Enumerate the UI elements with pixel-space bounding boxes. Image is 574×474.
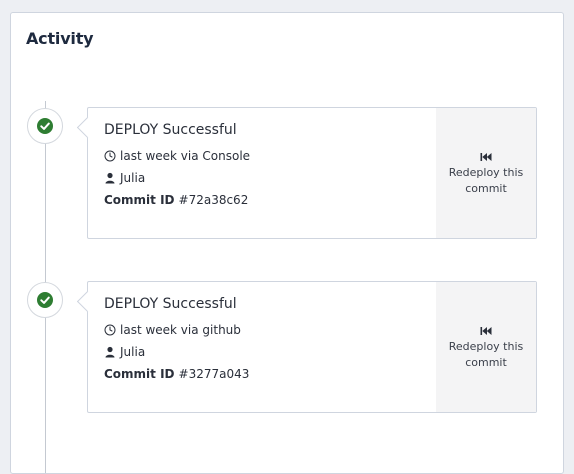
check-circle-icon (37, 292, 53, 308)
activity-panel: Activity DEPLOY Successful last week via… (10, 12, 564, 474)
rewind-icon (480, 327, 492, 335)
panel-title: Activity (26, 29, 94, 48)
card-pointer (76, 290, 99, 313)
card-content: DEPLOY Successful last week via github J… (104, 296, 249, 387)
activity-user-row: Julia (104, 169, 250, 187)
status-indicator (27, 108, 63, 144)
clock-icon (104, 324, 116, 336)
clock-icon (104, 150, 116, 162)
user-icon (105, 346, 115, 358)
card-pointer (76, 116, 99, 139)
activity-time-source: last week via github (120, 323, 241, 337)
commit-id-label: Commit ID (104, 193, 175, 207)
card-content: DEPLOY Successful last week via Console … (104, 122, 250, 213)
activity-card: DEPLOY Successful last week via github J… (76, 281, 537, 413)
activity-commit-row: Commit ID #3277a043 (104, 365, 249, 383)
redeploy-label: Redeploy this commit (448, 166, 524, 195)
activity-time-row: last week via github (104, 321, 249, 339)
activity-user: Julia (120, 345, 146, 359)
redeploy-label: Redeploy this commit (448, 340, 524, 369)
redeploy-button[interactable]: Redeploy this commit (436, 282, 536, 412)
activity-card: DEPLOY Successful last week via Console … (76, 107, 537, 239)
check-circle-icon (37, 118, 53, 134)
activity-title: DEPLOY Successful (104, 296, 237, 312)
user-icon (105, 172, 115, 184)
redeploy-button-inner: Redeploy this commit (436, 152, 536, 197)
activity-time-source: last week via Console (120, 149, 251, 163)
commit-id-label: Commit ID (104, 367, 175, 381)
activity-time-row: last week via Console (104, 147, 250, 165)
activity-title: DEPLOY Successful (104, 122, 237, 138)
activity-commit-row: Commit ID #72a38c62 (104, 191, 250, 209)
activity-user: Julia (120, 171, 146, 185)
redeploy-button-inner: Redeploy this commit (436, 326, 536, 371)
commit-id-value: #3277a043 (178, 367, 250, 381)
commit-id-value: #72a38c62 (178, 193, 249, 207)
redeploy-button[interactable]: Redeploy this commit (436, 108, 536, 238)
status-indicator (27, 282, 63, 318)
rewind-icon (480, 153, 492, 161)
activity-user-row: Julia (104, 343, 249, 361)
